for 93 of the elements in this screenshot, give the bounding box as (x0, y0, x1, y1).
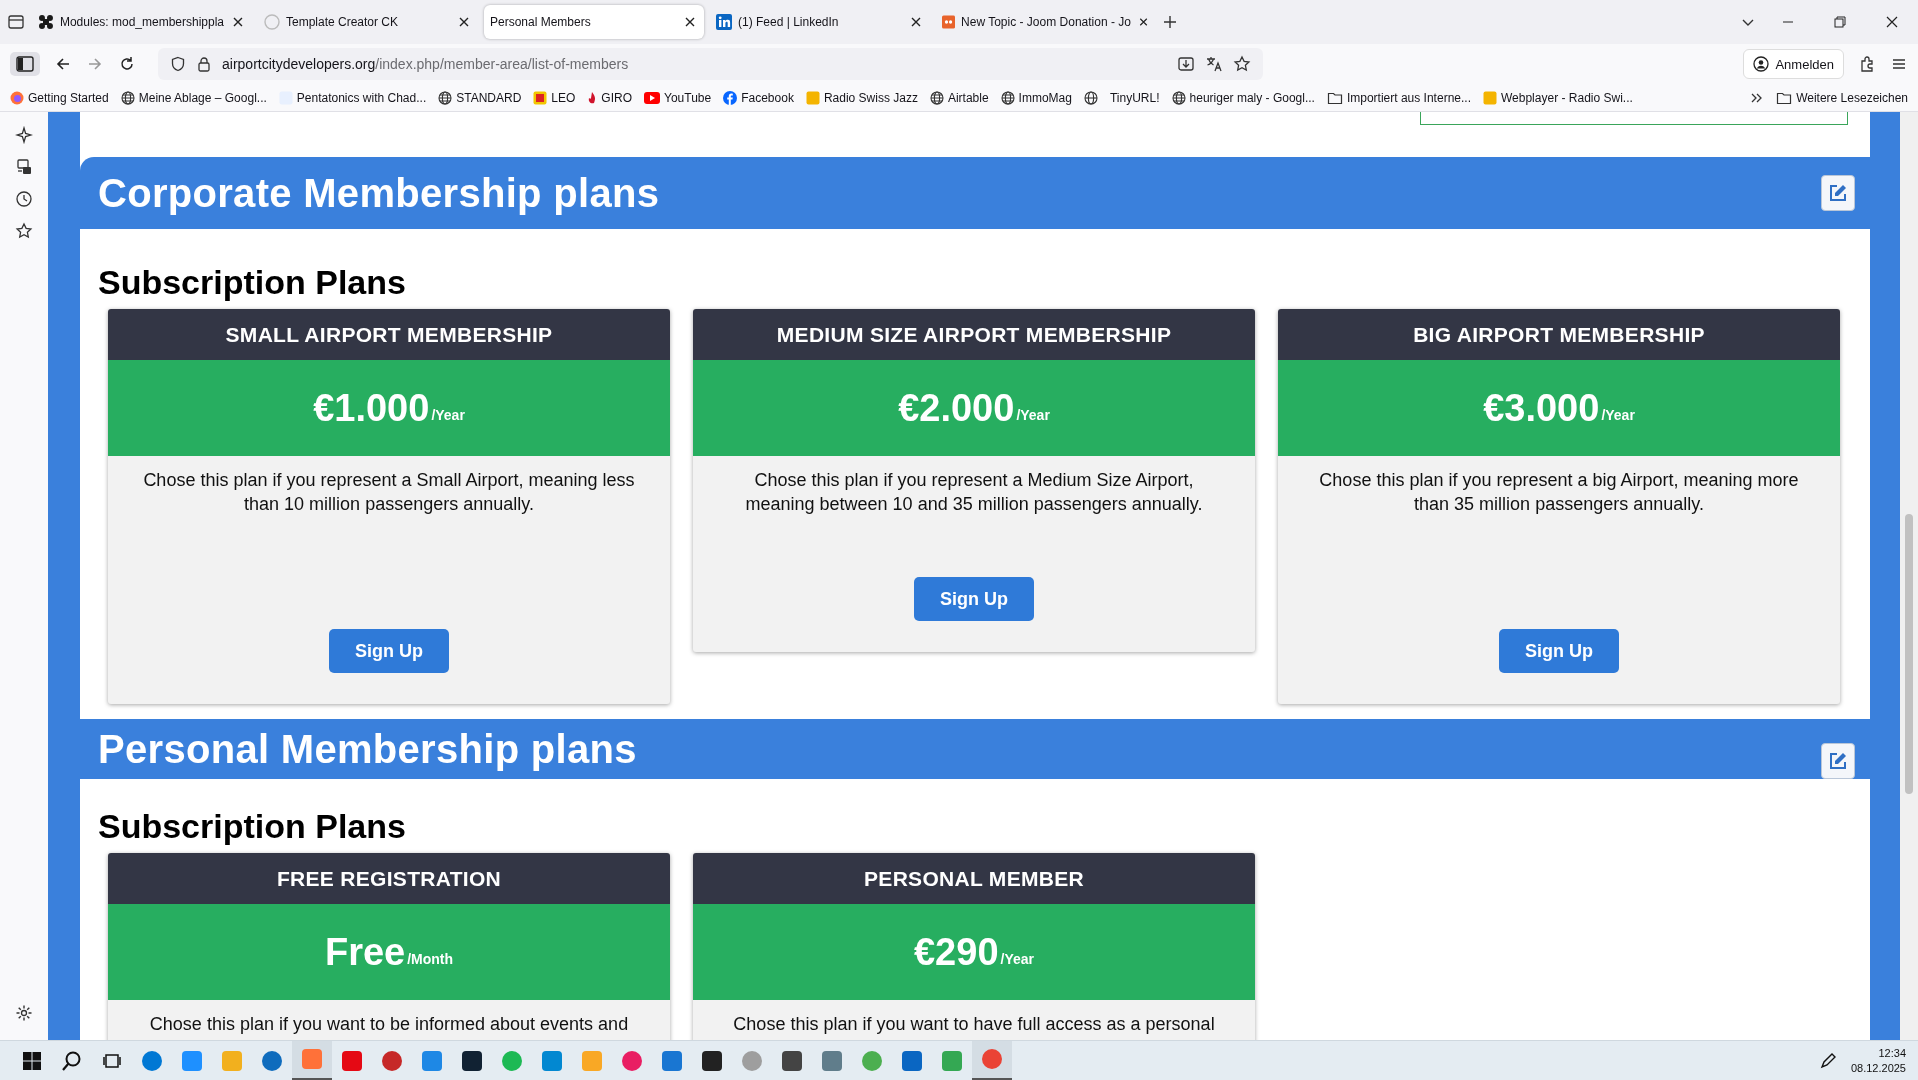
plan-description: Chose this plan if you represent a Medium Size Airport, meaning between 10 and 35 million passengers annually. (744, 469, 1204, 516)
price-period: /Year (431, 407, 465, 423)
price-period: /Year (1601, 407, 1635, 423)
bookmark-link[interactable]: LEO (551, 90, 576, 105)
new-tab-icon[interactable] (1162, 14, 1178, 30)
browser-tab[interactable]: New Topic - Joom Donation - Jo (936, 5, 1156, 39)
bookmark-link[interactable]: Meine Ablage – Googl... (138, 90, 267, 105)
extensions-icon[interactable] (1858, 55, 1876, 73)
star-icon[interactable] (1233, 55, 1251, 73)
price: €3.000 (1483, 386, 1600, 430)
edit-icon (1828, 751, 1848, 771)
bookmark-link[interactable]: TinyURL! (1109, 90, 1160, 105)
bookmark-link[interactable]: Airtable (947, 90, 989, 105)
edit-button[interactable] (1821, 743, 1855, 779)
star-icon[interactable] (15, 222, 33, 240)
browser-tab[interactable]: Personal Members (484, 5, 704, 39)
globe-icon (438, 90, 453, 105)
translate-icon[interactable] (1205, 55, 1223, 73)
globe-icon (1000, 90, 1015, 105)
reload-icon[interactable] (118, 55, 136, 73)
play-icon (644, 91, 661, 104)
firefox-icon (10, 90, 24, 105)
browser-tab[interactable]: (1) Feed | LinkedIn (710, 5, 930, 39)
plan-title: BIG AIRPORT MEMBERSHIP (1278, 309, 1840, 360)
bookmark-link[interactable]: ImmoMag (1018, 90, 1072, 105)
app-icon[interactable] (701, 1049, 723, 1072)
globe-icon (1171, 90, 1186, 105)
devices-icon[interactable] (15, 158, 33, 176)
folder-icon (1776, 90, 1793, 105)
pen-icon[interactable] (1818, 1051, 1837, 1070)
price: €1.000 (313, 386, 430, 430)
bookmark-link[interactable]: Weitere Lesezeichen (1796, 90, 1908, 105)
app-icon[interactable] (461, 1049, 483, 1072)
facebook-icon (723, 90, 738, 105)
plan-title: FREE REGISTRATION (108, 853, 670, 904)
clock-date: 08.12.2025 (1850, 1060, 1906, 1076)
sign-up-button[interactable]: Sign Up (1499, 629, 1619, 673)
sidebar-toggle-button[interactable] (10, 52, 40, 76)
bookmark-link[interactable]: Getting Started (28, 90, 109, 105)
bookmark-link[interactable]: Facebook (741, 90, 794, 105)
edit-button[interactable] (1821, 175, 1855, 211)
price-period: /Month (407, 951, 454, 967)
shield-icon (170, 56, 186, 72)
bookmark-link[interactable]: Webplayer - Radio Swi... (1501, 90, 1633, 105)
restore-icon[interactable] (1832, 14, 1848, 30)
price-period: /Year (1000, 951, 1034, 967)
bookmark-link[interactable]: Importiert aus Interne... (1346, 90, 1471, 105)
download-icon[interactable] (1177, 55, 1195, 73)
bookmark-globe-icon[interactable] (1083, 90, 1098, 105)
price: €2.000 (898, 386, 1015, 430)
sign-up-button[interactable]: Sign Up (914, 577, 1034, 621)
bookmark-link[interactable]: STANDARD (456, 90, 522, 105)
settings-icon[interactable] (15, 1004, 33, 1022)
section-title: Personal Membership plans (98, 726, 637, 772)
bookmark-link[interactable]: Pentatonics with Chad... (296, 90, 427, 105)
address-field[interactable]: airportcitydevelopers.org/index.php/member-area/list-of-members (158, 48, 1263, 80)
close-icon[interactable] (1884, 14, 1900, 30)
subscription-heading: Subscription Plans (98, 806, 407, 847)
folder-icon (1326, 90, 1343, 105)
edit-icon (1828, 183, 1848, 203)
account-icon (1753, 56, 1770, 72)
sparkle-icon[interactable] (15, 126, 33, 144)
section-title: Corporate Membership plans (98, 170, 660, 216)
plan-description: Chose this plan if you want to be informed about events and (149, 1013, 629, 1036)
price-period: /Year (1016, 407, 1050, 423)
browser-tab[interactable]: Modules: mod_membershippla (32, 5, 252, 39)
plan-title: SMALL AIRPORT MEMBERSHIP (108, 309, 670, 360)
plan-title: PERSONAL MEMBER (693, 853, 1255, 904)
plan-title: MEDIUM SIZE AIRPORT MEMBERSHIP (693, 309, 1255, 360)
price: Free (324, 930, 406, 974)
bookmark-link[interactable]: GIRO (601, 90, 633, 105)
flame-icon (587, 90, 598, 105)
price: €290 (914, 930, 999, 974)
bookmark-link[interactable]: Radio Swiss Jazz (823, 90, 918, 105)
lock-icon (196, 56, 212, 72)
windows-logo-icon[interactable] (22, 1050, 42, 1071)
subscription-heading: Subscription Plans (98, 262, 407, 303)
bookmark-link[interactable]: heuriger maly - Googl... (1189, 90, 1315, 105)
sign-up-button[interactable]: Sign Up (329, 629, 449, 673)
search-icon[interactable] (61, 1049, 83, 1072)
browser-tab[interactable]: Template Creator CK (258, 5, 478, 39)
clock-time: 12:34 (1878, 1045, 1906, 1061)
globe-icon (120, 90, 135, 105)
history-icon[interactable] (15, 190, 33, 208)
bookmark-link[interactable]: YouTube (664, 90, 712, 105)
globe-icon (929, 90, 944, 105)
plan-description: Chose this plan if you want to have full access as a personal (733, 1013, 1215, 1036)
plan-description: Chose this plan if you represent a Small Airport, meaning less than 10 million passengers annually. (142, 469, 636, 516)
plan-description: Chose this plan if you represent a big Airport, meaning more than 35 million passengers annually. (1318, 469, 1800, 516)
scrollbar[interactable] (1900, 112, 1918, 1040)
sign-in-button[interactable]: Anmelden (1743, 49, 1844, 79)
tab-list-icon[interactable] (6, 12, 26, 32)
app-icon[interactable] (781, 1049, 803, 1072)
